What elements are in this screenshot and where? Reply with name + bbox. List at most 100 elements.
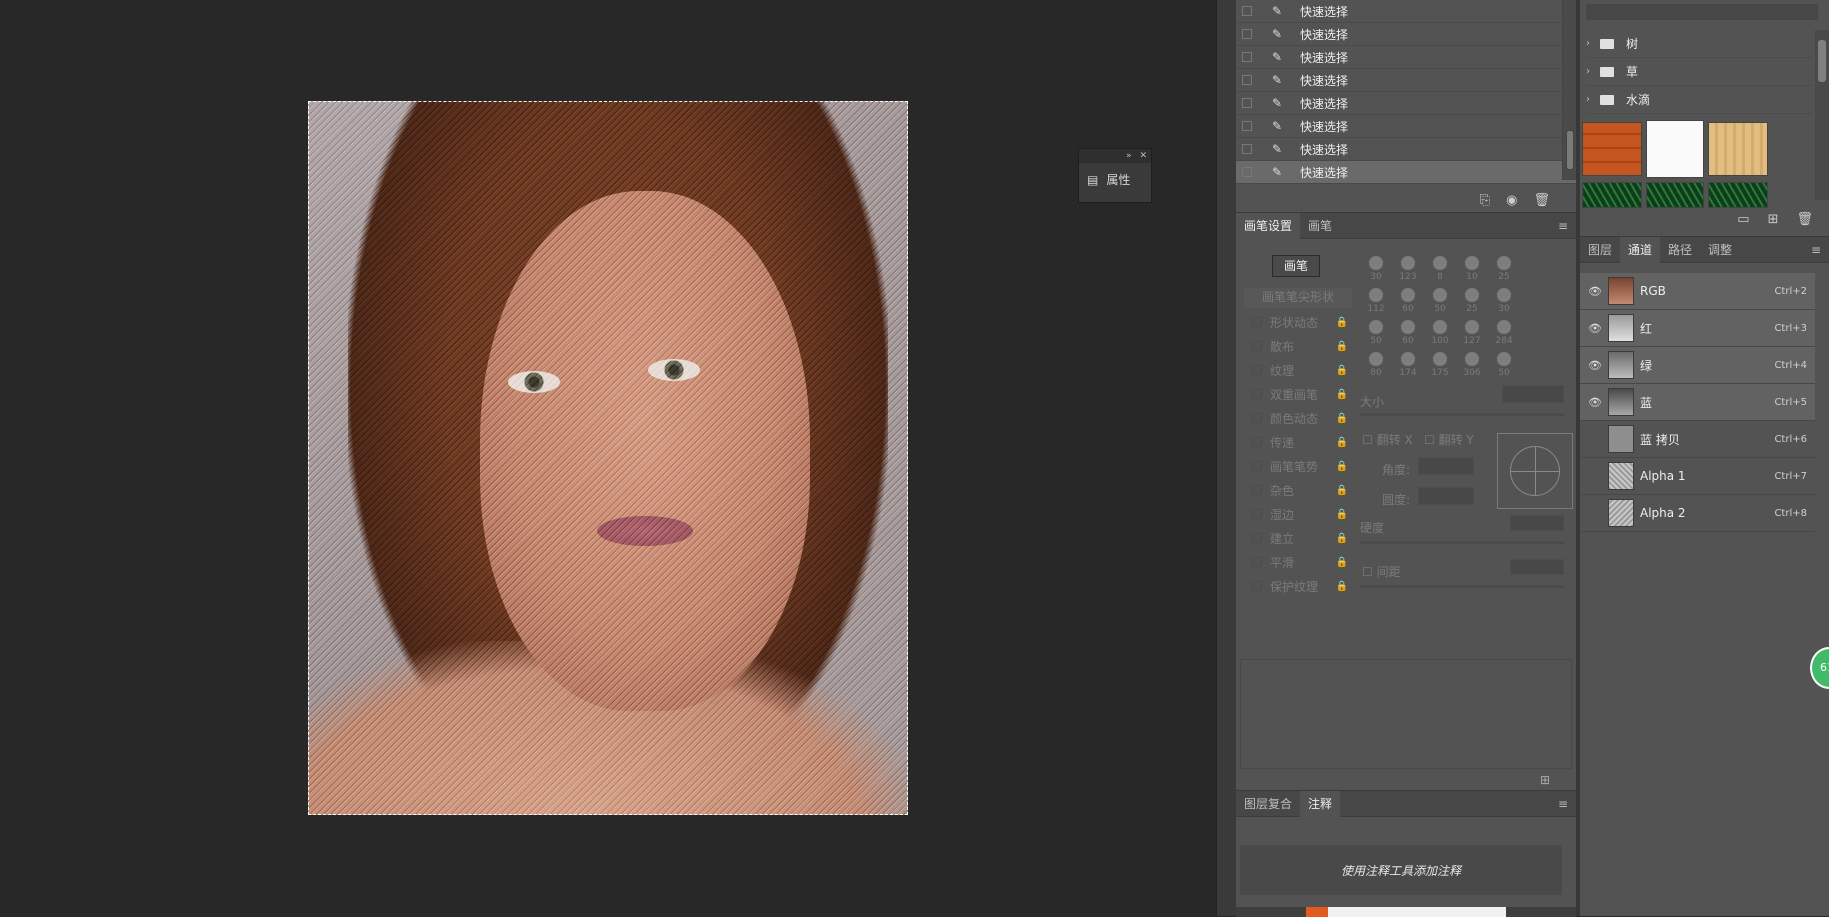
library-folder[interactable]: › 草 xyxy=(1586,58,1812,86)
brush-option[interactable]: 杂色 🔒 xyxy=(1244,478,1352,502)
spacing-field[interactable] xyxy=(1510,559,1564,575)
chevron-right-icon[interactable]: › xyxy=(1586,38,1600,49)
collapse-icon[interactable]: » xyxy=(1126,151,1132,161)
brush-tip-shape-title[interactable]: 画笔笔尖形状 xyxy=(1244,288,1352,308)
document-canvas[interactable]: » ✕ ▤ 属性 xyxy=(0,0,1216,916)
eye-icon[interactable]: 👁 xyxy=(1588,507,1602,520)
spacing-slider[interactable] xyxy=(1360,585,1564,588)
option-checkbox[interactable] xyxy=(1252,365,1262,375)
brick-texture-thumbnail[interactable] xyxy=(1582,122,1642,176)
history-item[interactable]: ✎ 快速选择 xyxy=(1236,69,1576,92)
brush-option[interactable]: 双重画笔 🔒 xyxy=(1244,382,1352,406)
lock-icon[interactable]: 🔒 xyxy=(1336,485,1348,496)
history-item[interactable]: ✎ 快速选择 xyxy=(1236,23,1576,46)
tab-brushes[interactable]: 画笔 xyxy=(1300,213,1340,239)
lock-icon[interactable]: 🔒 xyxy=(1336,533,1348,544)
portrait-image-with-selection[interactable] xyxy=(308,101,908,815)
brush-preset[interactable] xyxy=(1520,317,1552,349)
eye-icon[interactable]: 👁 xyxy=(1588,359,1602,372)
lock-icon[interactable]: 🔒 xyxy=(1336,461,1348,472)
brush-option[interactable]: 保护纹理 🔒 xyxy=(1244,574,1352,598)
eye-icon[interactable]: 👁 xyxy=(1588,470,1602,483)
brush-preset[interactable]: 123 xyxy=(1392,253,1424,285)
create-new-brush-icon[interactable]: ⊞ xyxy=(1540,773,1550,787)
brush-preset[interactable]: 60 xyxy=(1392,317,1424,349)
close-icon[interactable]: ✕ xyxy=(1139,151,1147,161)
library-folder[interactable]: › 水滴 xyxy=(1586,86,1812,114)
lock-icon[interactable]: 🔒 xyxy=(1336,389,1348,400)
channel-row-green[interactable]: 👁 绿 Ctrl+4 xyxy=(1580,347,1815,384)
hardness-slider[interactable] xyxy=(1360,541,1564,544)
brush-preset[interactable]: 30 xyxy=(1488,285,1520,317)
lock-icon[interactable]: 🔒 xyxy=(1336,317,1348,328)
grass-thumbnail[interactable] xyxy=(1708,182,1768,208)
brush-preset[interactable]: 30 xyxy=(1360,253,1392,285)
grass-thumbnail[interactable] xyxy=(1646,182,1704,208)
grass-thumbnail[interactable] xyxy=(1582,182,1642,208)
brush-preset[interactable]: 25 xyxy=(1456,285,1488,317)
brush-preset[interactable]: 175 xyxy=(1424,349,1456,381)
white-texture-thumbnail[interactable] xyxy=(1646,120,1704,178)
lock-icon[interactable]: 🔒 xyxy=(1336,341,1348,352)
brush-preset[interactable] xyxy=(1520,253,1552,285)
brush-preset[interactable]: 127 xyxy=(1456,317,1488,349)
brush-preset[interactable]: 10 xyxy=(1456,253,1488,285)
lock-icon[interactable]: 🔒 xyxy=(1336,365,1348,376)
brush-option[interactable]: 建立 🔒 xyxy=(1244,526,1352,550)
history-snapshot-checkbox[interactable] xyxy=(1242,167,1252,177)
history-snapshot-checkbox[interactable] xyxy=(1242,6,1252,16)
trash-icon[interactable]: 🗑 xyxy=(1533,193,1550,208)
brush-preset[interactable]: 100 xyxy=(1424,317,1456,349)
brush-option[interactable]: 传递 🔒 xyxy=(1244,430,1352,454)
history-item-selected[interactable]: ✎ 快速选择 xyxy=(1236,161,1576,184)
option-checkbox[interactable] xyxy=(1252,389,1262,399)
brush-preset[interactable] xyxy=(1520,349,1552,381)
size-field[interactable] xyxy=(1502,385,1564,403)
history-item[interactable]: ✎ 快速选择 xyxy=(1236,46,1576,69)
option-checkbox[interactable] xyxy=(1252,485,1262,495)
option-checkbox[interactable] xyxy=(1252,317,1262,327)
size-slider[interactable] xyxy=(1360,413,1564,416)
history-scrollbar[interactable] xyxy=(1562,0,1576,180)
brush-preset[interactable]: 112 xyxy=(1360,285,1392,317)
tab-brush-settings[interactable]: 画笔设置 xyxy=(1236,212,1301,239)
brush-option[interactable]: 颜色动态 🔒 xyxy=(1244,406,1352,430)
history-snapshot-checkbox[interactable] xyxy=(1242,29,1252,39)
lock-icon[interactable]: 🔒 xyxy=(1336,557,1348,568)
trash-icon[interactable]: 🗑 xyxy=(1796,212,1813,227)
eye-icon[interactable]: 👁 xyxy=(1588,285,1602,298)
option-checkbox[interactable] xyxy=(1252,533,1262,543)
chevron-right-icon[interactable]: › xyxy=(1586,94,1600,105)
brush-option[interactable]: 形状动态 🔒 xyxy=(1244,310,1352,334)
lock-icon[interactable]: 🔒 xyxy=(1336,509,1348,520)
brushes-button[interactable]: 画笔 xyxy=(1272,255,1320,277)
flip-y-checkbox-label[interactable]: ☐ 翻转 Y xyxy=(1424,431,1474,448)
tab-notes[interactable]: 注释 xyxy=(1300,790,1341,817)
tab-adjustments[interactable]: 调整 xyxy=(1700,237,1740,263)
new-document-from-state-icon[interactable]: ⎘ xyxy=(1480,193,1490,208)
brush-option[interactable]: 湿边 🔒 xyxy=(1244,502,1352,526)
option-checkbox[interactable] xyxy=(1252,341,1262,351)
brush-angle-roundness-widget[interactable] xyxy=(1497,433,1573,509)
history-item[interactable]: ✎ 快速选择 xyxy=(1236,92,1576,115)
history-item[interactable]: ✎ 快速选择 xyxy=(1236,0,1576,23)
tab-channels[interactable]: 通道 xyxy=(1620,236,1661,263)
panel-menu-icon[interactable]: ≡ xyxy=(1558,219,1568,233)
tab-layers[interactable]: 图层 xyxy=(1580,237,1620,263)
history-snapshot-checkbox[interactable] xyxy=(1242,98,1252,108)
brush-preset[interactable]: 60 xyxy=(1392,285,1424,317)
lock-icon[interactable]: 🔒 xyxy=(1336,581,1348,592)
eye-icon[interactable]: 👁 xyxy=(1588,433,1602,446)
history-item[interactable]: ✎ 快速选择 xyxy=(1236,115,1576,138)
library-folder[interactable]: › 树 xyxy=(1586,30,1812,58)
wood-texture-thumbnail[interactable] xyxy=(1708,122,1768,176)
option-checkbox[interactable] xyxy=(1252,581,1262,591)
flip-x-checkbox-label[interactable]: ☐ 翻转 X xyxy=(1362,431,1413,448)
tab-paths[interactable]: 路径 xyxy=(1660,237,1700,263)
lock-icon[interactable]: 🔒 xyxy=(1336,413,1348,424)
panel-menu-icon[interactable]: ≡ xyxy=(1811,243,1821,257)
brush-preset[interactable]: 284 xyxy=(1488,317,1520,349)
add-icon[interactable]: ⊞ xyxy=(1768,212,1779,227)
brush-option[interactable]: 平滑 🔒 xyxy=(1244,550,1352,574)
option-checkbox[interactable] xyxy=(1252,557,1262,567)
